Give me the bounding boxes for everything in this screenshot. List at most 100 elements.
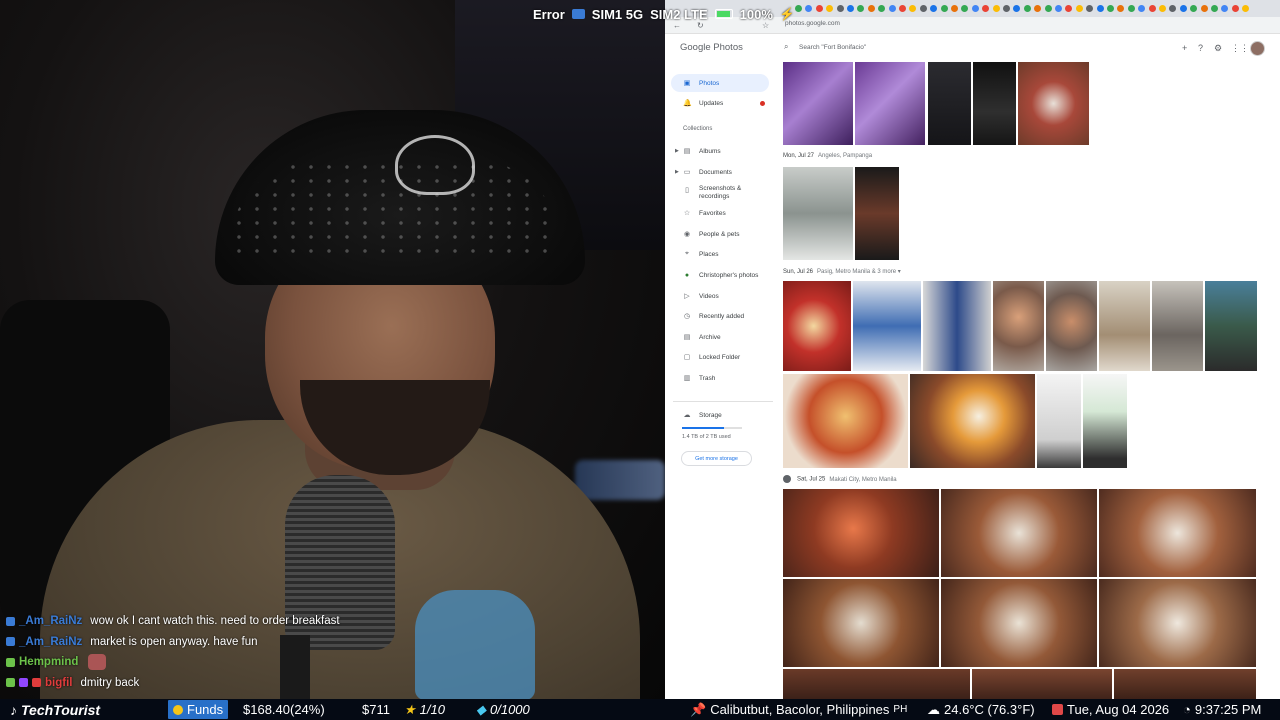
search-icon[interactable]: ⌕ xyxy=(784,42,788,52)
browser-tab-favicon[interactable] xyxy=(1159,5,1166,12)
photo-thumbnail[interactable] xyxy=(783,489,939,577)
photo-thumbnail[interactable] xyxy=(783,669,970,700)
browser-tab-favicon[interactable] xyxy=(982,5,990,12)
browser-tab-favicon[interactable] xyxy=(836,5,844,12)
sidebar-item-locked-folder[interactable]: ▢ Locked Folder xyxy=(671,348,769,366)
sidebar-item-albums[interactable]: ▶ ▤ Albums xyxy=(671,142,769,160)
browser-tab-favicon[interactable] xyxy=(971,5,979,12)
photo-thumbnail[interactable] xyxy=(855,62,925,145)
day-location[interactable]: Makati City, Metro Manila xyxy=(829,477,896,483)
browser-tab-favicon[interactable] xyxy=(899,5,906,12)
browser-tab-favicon[interactable] xyxy=(1096,5,1104,12)
browser-tab-favicon[interactable] xyxy=(961,5,969,12)
browser-tab-favicon[interactable] xyxy=(1200,5,1208,12)
browser-tab-favicon[interactable] xyxy=(930,5,938,12)
photo-thumbnail[interactable] xyxy=(783,374,908,468)
sidebar-item-videos[interactable]: ▷ Videos xyxy=(671,287,769,305)
browser-tab-favicon[interactable] xyxy=(1107,5,1114,12)
photo-thumbnail[interactable] xyxy=(993,281,1044,371)
help-icon[interactable]: ? xyxy=(1198,43,1203,53)
sidebar-item-places[interactable]: ⌖ Places xyxy=(671,245,769,263)
get-more-storage-button[interactable]: Get more storage xyxy=(681,451,752,466)
add-icon[interactable]: + xyxy=(1182,43,1187,53)
browser-tab-favicon[interactable] xyxy=(1211,5,1218,12)
photo-thumbnail[interactable] xyxy=(1099,489,1256,577)
photo-thumbnail[interactable] xyxy=(783,62,853,145)
browser-tab-favicon[interactable] xyxy=(867,5,875,12)
photo-thumbnail[interactable] xyxy=(1018,62,1089,145)
browser-tab-favicon[interactable] xyxy=(1169,5,1177,12)
caret-right-icon[interactable]: ▶ xyxy=(675,148,679,154)
photo-thumbnail[interactable] xyxy=(783,281,851,371)
photo-thumbnail[interactable] xyxy=(928,62,971,145)
browser-tab-favicon[interactable] xyxy=(1148,5,1156,12)
day-location[interactable]: Angeles, Pampanga xyxy=(818,153,872,159)
photo-thumbnail[interactable] xyxy=(1046,281,1097,371)
photo-thumbnail[interactable] xyxy=(941,579,1097,667)
apps-grid-icon[interactable]: ⋮⋮ xyxy=(1231,43,1249,54)
sidebar-item-screenshots[interactable]: ▯ Screenshots & recordings xyxy=(671,183,769,205)
photo-thumbnail[interactable] xyxy=(973,62,1016,145)
browser-tab-favicon[interactable] xyxy=(1127,5,1135,12)
browser-tab-favicon[interactable] xyxy=(1023,5,1031,12)
photo-thumbnail[interactable] xyxy=(855,167,899,260)
search-input[interactable]: Search "Fort Bonifacio" xyxy=(799,44,866,51)
sidebar-item-photos[interactable]: ▣ Photos xyxy=(671,74,769,92)
sidebar-item-people[interactable]: ◉ People & pets xyxy=(671,225,769,243)
browser-tab-favicon[interactable] xyxy=(1179,5,1187,12)
browser-tab-favicon[interactable] xyxy=(1065,5,1073,12)
browser-tab-favicon[interactable] xyxy=(878,5,886,12)
browser-tab-favicon[interactable] xyxy=(909,5,917,12)
browser-tab-favicon[interactable] xyxy=(992,5,1000,12)
photo-thumbnail[interactable] xyxy=(1152,281,1203,371)
browser-tab-favicon[interactable] xyxy=(1055,5,1062,12)
photo-thumbnail[interactable] xyxy=(1099,281,1150,371)
sidebar-item-favorites[interactable]: ☆ Favorites xyxy=(671,204,769,222)
browser-tab-favicon[interactable] xyxy=(1013,5,1021,12)
photo-thumbnail[interactable] xyxy=(972,669,1112,700)
photo-thumbnail[interactable] xyxy=(1205,281,1257,371)
photo-thumbnail[interactable] xyxy=(783,167,853,260)
browser-tab-favicon[interactable] xyxy=(795,5,802,12)
photo-thumbnail[interactable] xyxy=(941,489,1097,577)
browser-tab-favicon[interactable] xyxy=(1231,5,1239,12)
browser-tab-favicon[interactable] xyxy=(1190,5,1198,12)
browser-tab-favicon[interactable] xyxy=(1117,5,1125,12)
browser-tab-favicon[interactable] xyxy=(1086,5,1094,12)
sidebar-item-archive[interactable]: ▤ Archive xyxy=(671,328,769,346)
caret-right-icon[interactable]: ▶ xyxy=(675,169,679,175)
browser-tab-favicon[interactable] xyxy=(888,5,896,12)
browser-tab-favicon[interactable] xyxy=(919,5,927,12)
browser-tab-favicon[interactable] xyxy=(815,5,823,12)
browser-tab-favicon[interactable] xyxy=(1138,5,1146,12)
photo-thumbnail[interactable] xyxy=(853,281,921,371)
settings-icon[interactable]: ⚙ xyxy=(1214,43,1222,54)
sidebar-item-documents[interactable]: ▶ ▭ Documents xyxy=(671,163,769,181)
search-box[interactable]: ⌕ Search "Fort Bonifacio" xyxy=(780,39,1180,57)
browser-tab-favicon[interactable] xyxy=(1034,5,1042,12)
select-day-checkbox[interactable] xyxy=(783,475,791,483)
photo-thumbnail[interactable] xyxy=(1083,374,1127,468)
browser-tab-favicon[interactable] xyxy=(1044,5,1052,12)
photo-thumbnail[interactable] xyxy=(923,281,991,371)
browser-tab-favicon[interactable] xyxy=(847,5,854,12)
browser-tab-favicon[interactable] xyxy=(1221,5,1229,12)
browser-tab-favicon[interactable] xyxy=(826,5,834,12)
avatar[interactable] xyxy=(1250,41,1265,56)
browser-tab-favicon[interactable] xyxy=(1242,5,1250,12)
photo-thumbnail[interactable] xyxy=(1037,374,1081,468)
photo-thumbnail[interactable] xyxy=(1114,669,1256,700)
day-location[interactable]: Pasig, Metro Manila & 3 more ▾ xyxy=(817,269,901,275)
photo-thumbnail[interactable] xyxy=(1099,579,1256,667)
browser-tab-favicon[interactable] xyxy=(857,5,865,12)
browser-tab-favicon[interactable] xyxy=(1075,5,1083,12)
photo-thumbnail[interactable] xyxy=(783,579,939,667)
sidebar-item-storage[interactable]: ☁ Storage xyxy=(671,406,769,424)
sidebar-item-recently-added[interactable]: ◷ Recently added xyxy=(671,307,769,325)
sidebar-item-christophers-photos[interactable]: ● Christopher's photos xyxy=(671,266,769,284)
browser-tab-favicon[interactable] xyxy=(1003,5,1010,12)
sidebar-item-trash[interactable]: ▥ Trash xyxy=(671,369,769,387)
photo-thumbnail[interactable] xyxy=(910,374,1035,468)
browser-tab-favicon[interactable] xyxy=(805,5,813,12)
sidebar-item-updates[interactable]: 🔔 Updates xyxy=(671,94,769,112)
